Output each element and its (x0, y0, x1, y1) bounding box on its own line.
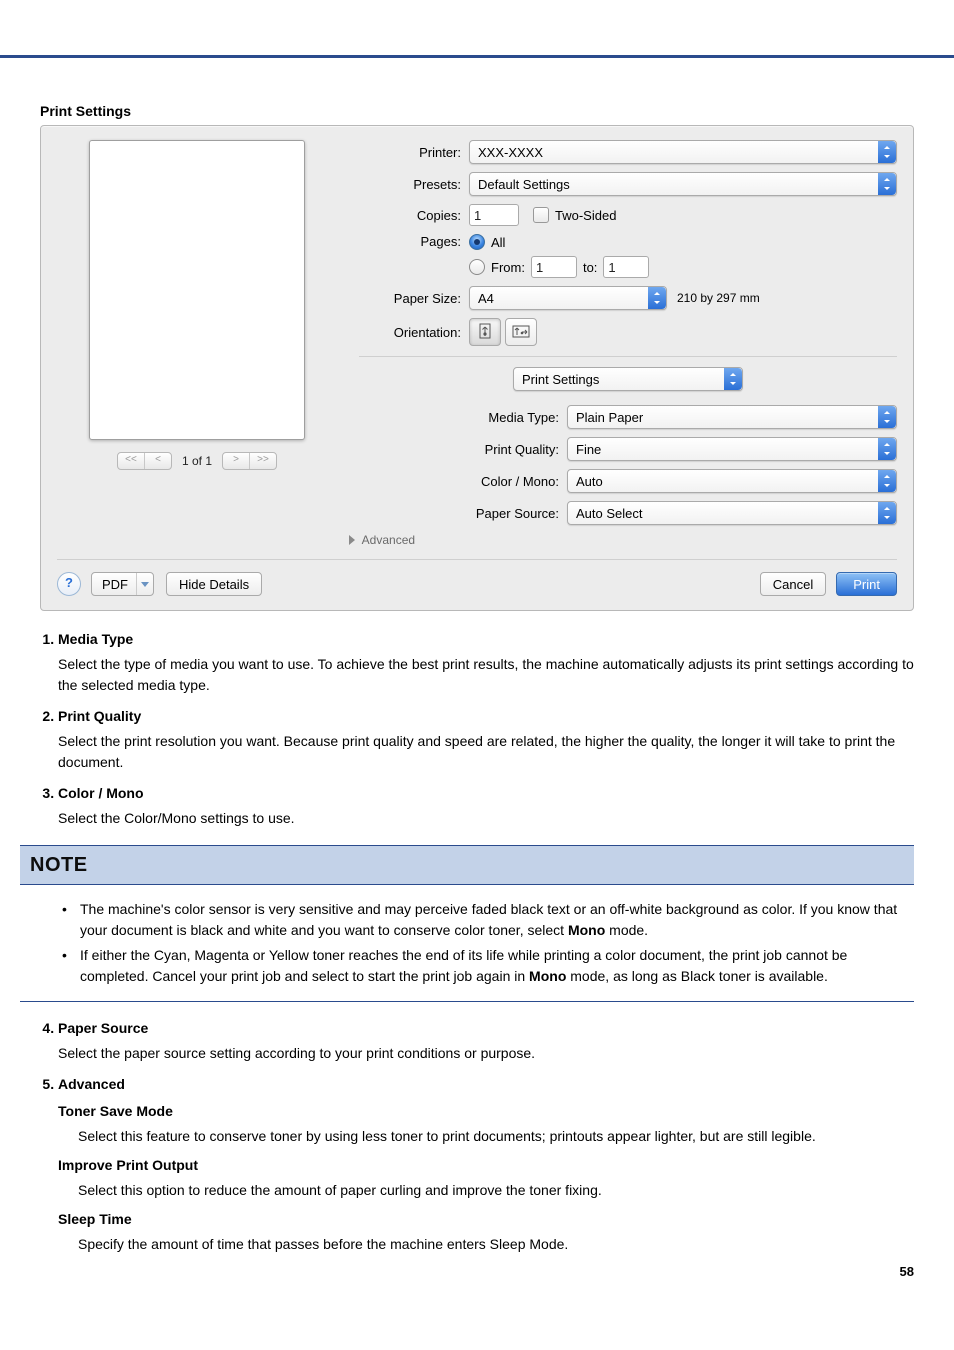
pager-last-button[interactable]: >> (250, 453, 276, 469)
pages-from-input[interactable] (531, 256, 577, 278)
media-type-select[interactable]: Plain Paper (567, 405, 897, 429)
paper-dim-label: 210 by 297 mm (677, 291, 760, 305)
note-bullet-2: If either the Cyan, Magenta or Yellow to… (80, 945, 914, 987)
pager-next-button[interactable]: > (223, 453, 250, 469)
two-sided-label: Two-Sided (555, 208, 616, 223)
pages-label: Pages: (359, 234, 469, 249)
page-number: 58 (900, 1264, 914, 1279)
preview-pager: << < 1 of 1 > >> (117, 452, 277, 470)
presets-value: Default Settings (478, 177, 570, 192)
pages-range-radio[interactable] (469, 259, 485, 275)
stepper-icon (878, 470, 896, 492)
pane-select[interactable]: Print Settings (513, 367, 743, 391)
orientation-landscape-button[interactable] (505, 318, 537, 346)
hide-details-button[interactable]: Hide Details (166, 572, 262, 596)
copies-label: Copies: (359, 208, 469, 223)
print-button[interactable]: Print (836, 572, 897, 596)
pages-to-label: to: (583, 260, 597, 275)
advanced-label: Advanced (362, 533, 415, 547)
item-3-title: Color / Mono (58, 785, 144, 801)
help-button[interactable]: ? (57, 572, 81, 596)
print-preview (89, 140, 305, 440)
color-mono-select[interactable]: Auto (567, 469, 897, 493)
pages-to-input[interactable] (603, 256, 649, 278)
pane-select-value: Print Settings (522, 372, 599, 387)
item-1-title: Media Type (58, 631, 133, 647)
cancel-button[interactable]: Cancel (760, 572, 826, 596)
color-mono-label: Color / Mono: (359, 474, 567, 489)
presets-select[interactable]: Default Settings (469, 172, 897, 196)
stepper-icon (878, 173, 896, 195)
pages-from-label: From: (491, 260, 525, 275)
printer-value: XXX-XXXX (478, 145, 543, 160)
stepper-icon (724, 368, 742, 390)
portrait-icon (477, 323, 493, 341)
print-quality-label: Print Quality: (359, 442, 567, 457)
paper-source-label: Paper Source: (359, 506, 567, 521)
print-quality-value: Fine (576, 442, 601, 457)
note-heading: NOTE (20, 845, 914, 885)
stepper-icon (648, 287, 666, 309)
stepper-icon (878, 406, 896, 428)
media-type-label: Media Type: (359, 410, 567, 425)
two-sided-checkbox[interactable] (533, 207, 549, 223)
advanced-disclosure[interactable]: Advanced (349, 533, 897, 547)
item-4-desc: Select the paper source setting accordin… (58, 1043, 914, 1064)
landscape-icon (511, 324, 531, 340)
pager-text: 1 of 1 (182, 454, 212, 468)
chevron-down-icon (136, 573, 153, 595)
print-quality-select[interactable]: Fine (567, 437, 897, 461)
item-5c-desc: Specify the amount of time that passes b… (78, 1234, 914, 1255)
note-block: NOTE The machine's color sensor is very … (20, 845, 914, 1002)
orientation-label: Orientation: (359, 325, 469, 340)
item-5a-desc: Select this feature to conserve toner by… (78, 1126, 914, 1147)
item-5-title: Advanced (58, 1076, 125, 1092)
item-4-title: Paper Source (58, 1020, 148, 1036)
item-2-title: Print Quality (58, 708, 141, 724)
section-title: Print Settings (40, 103, 914, 119)
item-5b-desc: Select this option to reduce the amount … (78, 1180, 914, 1201)
pdf-button-label: PDF (102, 577, 128, 592)
copies-input[interactable] (469, 204, 519, 226)
media-type-value: Plain Paper (576, 410, 643, 425)
item-3-desc: Select the Color/Mono settings to use. (58, 808, 914, 829)
presets-label: Presets: (359, 177, 469, 192)
pages-all-radio[interactable] (469, 234, 485, 250)
stepper-icon (878, 438, 896, 460)
item-2-desc: Select the print resolution you want. Be… (58, 731, 914, 773)
stepper-icon (878, 141, 896, 163)
pdf-button[interactable]: PDF (91, 572, 154, 596)
pager-first-button[interactable]: << (118, 453, 145, 469)
color-mono-value: Auto (576, 474, 603, 489)
printer-select[interactable]: XXX-XXXX (469, 140, 897, 164)
disclosure-triangle-icon (349, 535, 355, 545)
paper-source-value: Auto Select (576, 506, 643, 521)
paper-size-value: A4 (478, 291, 494, 306)
note-bullet-1: The machine's color sensor is very sensi… (80, 899, 914, 941)
settings-description-list: Media Type Select the type of media you … (40, 629, 914, 1255)
paper-source-select[interactable]: Auto Select (567, 501, 897, 525)
paper-size-select[interactable]: A4 (469, 286, 667, 310)
stepper-icon (878, 502, 896, 524)
pages-all-label: All (491, 235, 505, 250)
item-1-desc: Select the type of media you want to use… (58, 654, 914, 696)
print-dialog: << < 1 of 1 > >> Printer: (40, 125, 914, 611)
printer-label: Printer: (359, 145, 469, 160)
orientation-portrait-button[interactable] (469, 318, 501, 346)
item-5c-title: Sleep Time (58, 1211, 132, 1227)
item-5a-title: Toner Save Mode (58, 1103, 173, 1119)
pager-prev-button[interactable]: < (145, 453, 171, 469)
item-5b-title: Improve Print Output (58, 1157, 198, 1173)
paper-size-label: Paper Size: (359, 291, 469, 306)
